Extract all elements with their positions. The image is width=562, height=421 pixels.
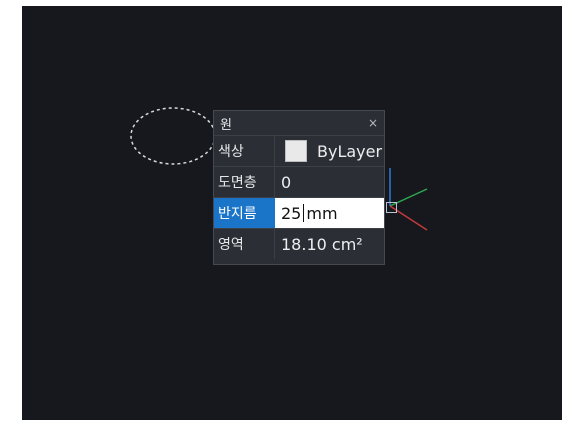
text-caret	[303, 204, 305, 222]
property-value: 18.10 cm²	[281, 234, 363, 254]
property-value: 0	[281, 172, 292, 192]
property-row-radius: 반지름 25 mm	[214, 197, 384, 228]
property-label: 색상	[218, 144, 244, 160]
area-field: 18.10 cm²	[274, 229, 384, 259]
circle-dashed-preview	[130, 107, 216, 165]
property-label: 도면층	[218, 175, 257, 191]
circle-grip-handle[interactable]	[386, 202, 397, 213]
drawing-canvas[interactable]: 원 × 색상 ByLayer 도면층 0 반지름 25 mm 영역 18.10 …	[22, 6, 562, 420]
radius-unit: mm	[306, 203, 338, 223]
property-label: 반지름	[214, 198, 274, 228]
color-swatch	[285, 140, 307, 162]
panel-title: 원	[220, 117, 232, 133]
property-label: 영역	[218, 237, 244, 253]
radius-input[interactable]: 25 mm	[274, 198, 384, 228]
panel-titlebar: 원 ×	[214, 111, 384, 135]
property-row-color: 색상 ByLayer	[214, 135, 384, 166]
quick-properties-panel: 원 × 색상 ByLayer 도면층 0 반지름 25 mm 영역 18.10 …	[213, 110, 385, 265]
property-row-area: 영역 18.10 cm²	[214, 228, 384, 259]
layer-field[interactable]: 0	[274, 167, 384, 197]
property-row-layer: 도면층 0	[214, 166, 384, 197]
radius-value: 25	[281, 203, 302, 223]
property-value: ByLayer	[317, 141, 383, 161]
color-dropdown[interactable]: ByLayer	[274, 136, 384, 166]
close-icon[interactable]: ×	[368, 116, 378, 130]
